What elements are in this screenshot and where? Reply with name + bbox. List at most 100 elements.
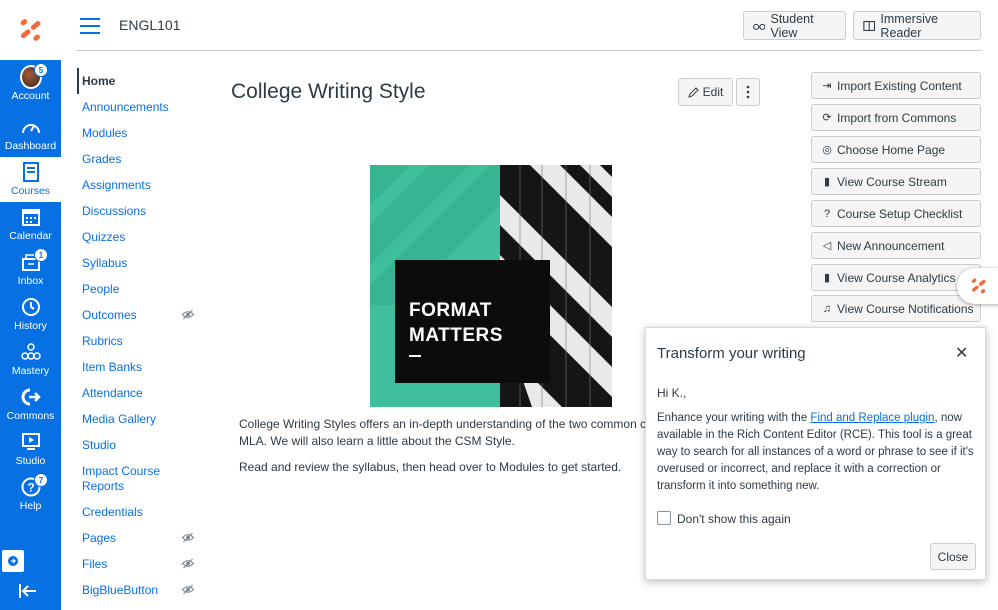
course-nav-files[interactable]: Files (82, 557, 182, 572)
course-banner-image: FORMAT MATTERS (370, 165, 612, 407)
global-nav-label: Commons (6, 410, 55, 422)
student-view-button[interactable]: Student View (743, 11, 846, 40)
global-nav-courses[interactable]: Courses (0, 157, 61, 202)
choose-home-page-button[interactable]: ◎ Choose Home Page (811, 136, 981, 163)
hidden-eye-icon (181, 532, 195, 543)
course-nav-people[interactable]: People (82, 282, 182, 297)
new-announcement-button[interactable]: ◁ New Announcement (811, 232, 981, 259)
studio-icon (20, 431, 42, 453)
dialog-greeting: Hi K., (657, 386, 687, 400)
course-nav-credentials[interactable]: Credentials (82, 505, 182, 520)
global-nav-account[interactable]: 5 Account (0, 62, 61, 107)
course-nav-rubrics[interactable]: Rubrics (82, 334, 182, 349)
sidebar-button-label: View Course Stream (837, 174, 947, 189)
global-nav-inbox[interactable]: 1 Inbox (0, 247, 61, 292)
banner-line-1: FORMAT (409, 300, 492, 321)
megaphone-icon: ◁ (822, 240, 832, 252)
bar-chart-icon: ▮ (823, 176, 831, 188)
target-icon: ◎ (822, 144, 832, 156)
sidebar-button-label: View Course Analytics (837, 270, 956, 285)
course-nav-quizzes[interactable]: Quizzes (82, 230, 182, 245)
kebab-icon (746, 85, 750, 99)
mastery-icon (20, 341, 42, 363)
course-nav-studio[interactable]: Studio (82, 438, 182, 453)
view-course-analytics-button[interactable]: ▮ View Course Analytics (811, 264, 981, 291)
course-menu-toggle[interactable] (80, 18, 100, 34)
question-icon: ? (823, 207, 831, 220)
pencil-icon (687, 86, 699, 98)
course-nav-pages[interactable]: Pages (82, 531, 182, 546)
edit-label: Edit (702, 85, 724, 99)
svg-text:?: ? (27, 481, 34, 495)
global-nav-label: Dashboard (4, 140, 57, 152)
global-nav-help[interactable]: ? 7 Help (0, 472, 61, 517)
floating-assistant-button[interactable] (957, 268, 998, 304)
import-icon: ⇥ (822, 80, 832, 92)
sidebar-button-label: Choose Home Page (837, 142, 946, 157)
header-divider (76, 50, 982, 51)
global-nav-dashboard[interactable]: Dashboard (0, 112, 61, 157)
dashboard-icon (20, 116, 42, 138)
sidebar-button-label: View Course Notifications (837, 301, 974, 316)
course-nav-outcomes[interactable]: Outcomes (82, 308, 182, 323)
global-nav-studio[interactable]: Studio (0, 427, 61, 472)
global-nav-history[interactable]: History (0, 292, 61, 337)
global-nav-mastery[interactable]: Mastery (0, 337, 61, 382)
dont-show-again-label[interactable]: Don't show this again (677, 512, 791, 526)
close-icon[interactable]: ✕ (955, 343, 968, 363)
banner-line-2: MATTERS (409, 325, 503, 346)
hidden-eye-icon (181, 558, 195, 569)
global-nav-label: Account (11, 90, 50, 102)
immersive-reader-button[interactable]: Immersive Reader (853, 11, 981, 40)
hidden-eye-icon (181, 584, 195, 595)
course-nav-discussions[interactable]: Discussions (82, 204, 182, 219)
course-nav-syllabus[interactable]: Syllabus (82, 256, 182, 271)
global-nav-label: Inbox (17, 275, 44, 287)
dialog-body-text-end: , now available in the Rich Content Edit… (657, 412, 974, 492)
view-course-notifications-button[interactable]: ♫ View Course Notifications (811, 295, 981, 322)
dialog-body: Enhance your writing with the Find and R… (657, 410, 977, 495)
inbox-badge: 1 (34, 248, 48, 262)
dont-show-again-checkbox[interactable] (657, 511, 671, 525)
course-nav-grades[interactable]: Grades (82, 152, 182, 167)
more-options-button[interactable] (736, 78, 760, 106)
course-nav-assignments[interactable]: Assignments (82, 178, 182, 193)
course-setup-checklist-button[interactable]: ? Course Setup Checklist (811, 200, 981, 227)
brand-logo-icon (20, 19, 40, 41)
courses-icon (20, 161, 42, 183)
student-view-label: Student View (770, 11, 814, 40)
find-replace-link[interactable]: Find and Replace plugin (810, 412, 934, 424)
course-nav-home[interactable]: Home (82, 74, 182, 89)
course-nav-impact-course-reports[interactable]: Impact Course Reports (82, 464, 182, 494)
global-nav-label: History (14, 320, 47, 332)
course-nav-media-gallery[interactable]: Media Gallery (82, 412, 182, 427)
edit-button[interactable]: Edit (678, 78, 733, 106)
global-nav-calendar[interactable]: Calendar (0, 202, 61, 247)
course-nav-bigbluebutton[interactable]: BigBlueButton (82, 583, 182, 598)
course-nav-announcements[interactable]: Announcements (82, 100, 182, 115)
sidebar-button-label: Import Existing Content (837, 78, 962, 93)
studio-shortcut-icon[interactable] (2, 550, 24, 572)
collapse-nav-icon[interactable] (18, 583, 38, 604)
intro-paragraph-line-1: College Writing Styles offers an in-dept… (239, 417, 645, 431)
hidden-eye-icon (181, 309, 195, 320)
course-nav-item-banks[interactable]: Item Banks (82, 360, 182, 375)
help-badge: 7 (34, 473, 48, 487)
canvas-logo[interactable] (0, 0, 61, 60)
breadcrumb[interactable]: ENGL101 (119, 17, 180, 33)
bar-chart-icon: ▮ (823, 272, 831, 284)
view-course-stream-button[interactable]: ▮ View Course Stream (811, 168, 981, 195)
import-from-commons-button[interactable]: ⟳ Import from Commons (811, 104, 981, 131)
close-button[interactable]: Close (930, 543, 976, 570)
global-navigation: 5 Account Dashboard Courses Calendar 1 I… (0, 0, 61, 610)
course-nav-attendance[interactable]: Attendance (82, 386, 182, 401)
global-nav-label: Help (19, 500, 42, 512)
course-nav-modules[interactable]: Modules (82, 126, 182, 141)
sidebar-button-label: New Announcement (837, 238, 945, 253)
sidebar-button-label: Course Setup Checklist (837, 206, 963, 221)
calendar-icon (20, 206, 42, 228)
import-existing-content-button[interactable]: ⇥ Import Existing Content (811, 72, 981, 99)
global-nav-label: Calendar (9, 230, 52, 242)
global-nav-commons[interactable]: Commons (0, 382, 61, 427)
history-icon (20, 296, 42, 318)
